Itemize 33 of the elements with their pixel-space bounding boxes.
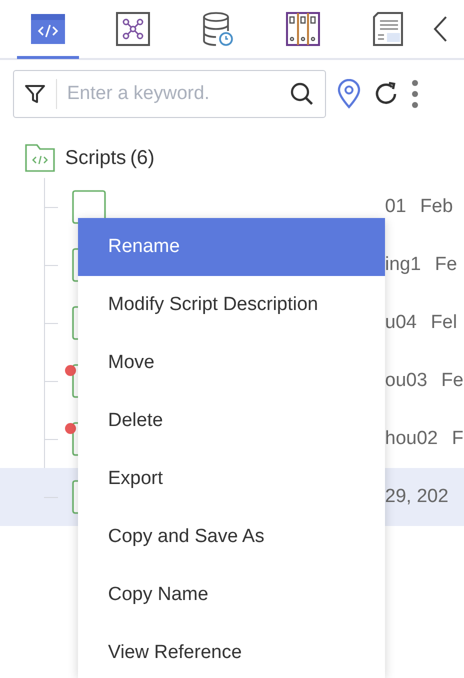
search-icon: [289, 81, 315, 107]
script-info: Fe: [434, 252, 458, 277]
menu-item[interactable]: Copy Name: [78, 566, 385, 624]
database-clock-icon: [202, 10, 234, 46]
menu-item[interactable]: View Reference: [78, 624, 385, 678]
menu-item[interactable]: Modify Script Description: [78, 276, 385, 334]
menu-item[interactable]: Copy and Save As: [78, 508, 385, 566]
script-info: Fe: [441, 368, 464, 393]
script-info: u04: [385, 310, 417, 335]
script-folder-icon: [25, 144, 55, 172]
node-graph-icon: [116, 12, 150, 46]
item-count: (6): [130, 146, 155, 171]
script-info: ing1: [385, 252, 421, 277]
menu-item[interactable]: Move: [78, 334, 385, 392]
folder-label[interactable]: Scripts: [65, 143, 126, 173]
code-editor-icon: [30, 12, 66, 46]
more-button[interactable]: [410, 79, 420, 109]
filter-icon: [24, 83, 46, 105]
locate-button[interactable]: [336, 79, 362, 109]
script-info: Feb: [420, 194, 453, 219]
menu-item[interactable]: Export: [78, 450, 385, 508]
collapse-button[interactable]: [432, 15, 448, 43]
script-info: 01: [385, 194, 406, 219]
log-file-icon: [372, 12, 404, 46]
script-info: ou03: [385, 368, 428, 393]
script-info: hou02: [385, 426, 438, 451]
menu-item[interactable]: Rename: [78, 218, 385, 276]
menu-item[interactable]: Delete: [78, 392, 385, 450]
script-info: F: [452, 426, 464, 451]
search-field[interactable]: Enter a keyword.: [13, 70, 326, 118]
script-info: 29, 202: [385, 484, 448, 509]
binders-icon: [286, 12, 320, 46]
script-info: Fel: [430, 310, 458, 335]
